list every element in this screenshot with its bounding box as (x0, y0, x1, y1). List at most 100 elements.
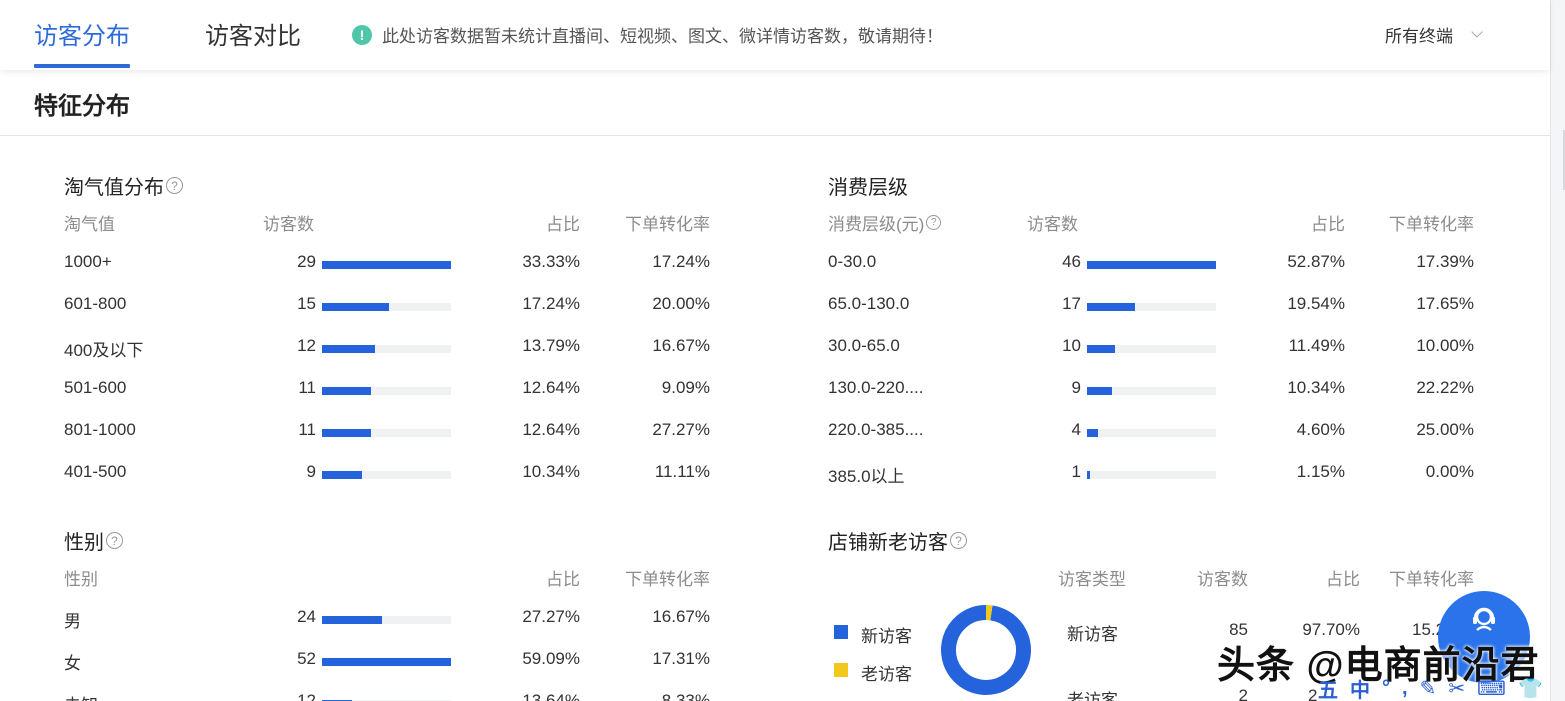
taoqi-row-bar (322, 471, 362, 479)
consume-row-bar-track (1087, 387, 1216, 395)
taoqi-row-count: 29 (256, 252, 316, 272)
gender-header-conv: 下单转化率 (590, 565, 710, 590)
taoqi-header-ratio: 占比 (480, 210, 580, 235)
consume-row-bar-track (1087, 429, 1216, 437)
chevron-down-icon (1471, 26, 1482, 37)
consume-row-bar (1087, 429, 1098, 437)
taoqi-row-bar-track (322, 303, 451, 311)
consume-header-ratio: 占比 (1245, 210, 1345, 235)
consume-row-bar (1087, 303, 1135, 311)
gender-header-name: 性别 (64, 565, 98, 590)
gender-header-ratio: 占比 (480, 565, 580, 590)
consume-row-bar-track (1087, 471, 1216, 479)
consume-block-title: 消费层级 (828, 171, 908, 200)
tab-visitor-distribution[interactable]: 访客分布 (34, 16, 130, 51)
taoqi-row-conv: 20.00% (590, 294, 710, 314)
taoqi-row-name: 401-500 (64, 462, 126, 482)
ime-pen-icon[interactable]: ✎ (1420, 676, 1437, 701)
consume-row-conv: 25.00% (1354, 420, 1474, 440)
ime-wubi-icon[interactable]: 五 (1318, 674, 1338, 701)
consume-row-ratio: 52.87% (1245, 252, 1345, 272)
taoqi-row-ratio: 10.34% (480, 462, 580, 482)
store-row-old-type: 老访客 (1067, 686, 1118, 701)
ime-keyboard-icon[interactable]: ⌨ (1477, 676, 1506, 701)
taoqi-row-conv: 27.27% (590, 420, 710, 440)
terminal-select[interactable]: 所有终端 (1385, 22, 1481, 47)
gender-row-ratio: 27.27% (480, 607, 580, 627)
consume-row-conv: 10.00% (1354, 336, 1474, 356)
taoqi-row-conv: 11.11% (590, 462, 710, 482)
taoqi-row-count: 11 (256, 378, 316, 398)
consume-row-count: 46 (1021, 252, 1081, 272)
taoqi-row-bar (322, 303, 389, 311)
ime-halfwidth-icon[interactable]: ° (1382, 677, 1390, 700)
consume-row-ratio: 1.15% (1245, 462, 1345, 482)
gender-title-text: 性别 (64, 526, 104, 555)
ime-punctuation-icon[interactable]: , (1402, 677, 1408, 700)
taoqi-header-conv: 下单转化率 (590, 210, 710, 235)
consume-row-conv: 17.65% (1354, 294, 1474, 314)
taoqi-row-bar-track (322, 345, 451, 353)
gender-row-count: 52 (256, 649, 316, 669)
taoqi-row-count: 9 (256, 462, 316, 482)
consume-row-conv: 22.22% (1354, 378, 1474, 398)
taoqi-row-bar (322, 345, 375, 353)
consume-row-count: 10 (1021, 336, 1081, 356)
taoqi-row-ratio: 13.79% (480, 336, 580, 356)
help-icon[interactable]: ? (926, 215, 941, 230)
taoqi-row-name: 400及以下 (64, 336, 143, 361)
taoqi-row-bar-track (322, 429, 451, 437)
taoqi-row-ratio: 33.33% (480, 252, 580, 272)
legend-new-swatch (834, 625, 848, 639)
gender-row-conv: 8.33% (590, 691, 710, 701)
taoqi-row-bar (322, 387, 371, 395)
consume-row-count: 1 (1021, 462, 1081, 482)
consume-row-bar (1087, 387, 1112, 395)
consume-header-name-text: 消费层级(元) (828, 210, 924, 235)
taoqi-header-name: 淘气值 (64, 210, 115, 235)
consume-header-conv: 下单转化率 (1354, 210, 1474, 235)
help-icon[interactable]: ? (166, 177, 183, 194)
gender-row-bar-track (322, 616, 451, 624)
gender-row-count: 24 (256, 607, 316, 627)
section-title: 特征分布 (34, 86, 130, 121)
active-tab-indicator (34, 64, 130, 68)
store-header-ratio: 占比 (1280, 565, 1360, 590)
consume-row-ratio: 11.49% (1245, 336, 1345, 356)
gender-row-name: 男 (64, 607, 81, 632)
consume-row-name: 65.0-130.0 (828, 294, 909, 314)
tab-visitor-comparison[interactable]: 访客对比 (205, 16, 301, 51)
gender-row-conv: 16.67% (590, 607, 710, 627)
store-visitors-block-title: 店铺新老访客 ? (828, 526, 967, 555)
consume-row-bar-track (1087, 345, 1216, 353)
taoqi-row-count: 12 (256, 336, 316, 356)
gender-row-name: 女 (64, 649, 81, 674)
consume-row-ratio: 10.34% (1245, 378, 1345, 398)
page-scrollbar[interactable] (1550, 0, 1565, 701)
taoqi-row-bar (322, 429, 371, 437)
taoqi-row-name: 601-800 (64, 294, 126, 314)
ime-chinese-mode-icon[interactable]: 中 (1350, 674, 1370, 701)
gender-row-conv: 17.31% (590, 649, 710, 669)
store-header-count: 访客数 (1168, 565, 1248, 590)
ime-skin-icon[interactable]: 👕 (1518, 676, 1543, 701)
consume-header-count: 访客数 (1027, 210, 1078, 235)
consume-row-name: 220.0-385.... (828, 420, 923, 440)
taoqi-row-count: 11 (256, 420, 316, 440)
consume-row-bar-track (1087, 303, 1216, 311)
help-icon[interactable]: ? (106, 532, 123, 549)
consume-row-name: 130.0-220.... (828, 378, 923, 398)
customer-service-icon (1469, 605, 1499, 635)
consume-header-name: 消费层级(元) ? (828, 210, 941, 235)
ime-toolbar: 五 中 ° , ✎ ✂ ⌨ 👕 (1318, 676, 1565, 701)
ime-scissors-icon[interactable]: ✂ (1448, 676, 1465, 701)
taoqi-title-text: 淘气值分布 (64, 171, 164, 200)
help-icon[interactable]: ? (950, 532, 967, 549)
consume-row-conv: 17.39% (1354, 252, 1474, 272)
consume-row-ratio: 19.54% (1245, 294, 1345, 314)
taoqi-row-name: 501-600 (64, 378, 126, 398)
top-tab-bar: 访客分布 访客对比 ! 此处访客数据暂未统计直播间、短视频、图文、微详情访客数，… (0, 0, 1550, 70)
consume-row-bar-track (1087, 261, 1216, 269)
donut-new-segment (943, 607, 1028, 692)
consume-row-bar (1087, 261, 1216, 269)
